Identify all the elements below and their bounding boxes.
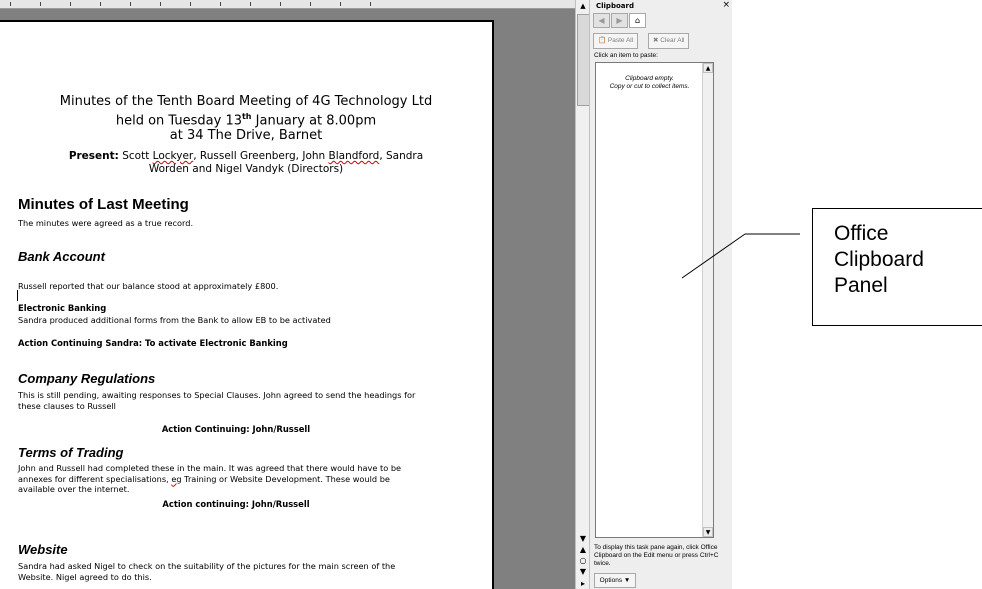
callout-line-2: Clipboard <box>834 248 924 271</box>
callout-line-3: Panel <box>834 274 888 297</box>
callout-line-1: Office <box>834 222 889 245</box>
callout-box: Office Clipboard Panel <box>812 208 982 326</box>
